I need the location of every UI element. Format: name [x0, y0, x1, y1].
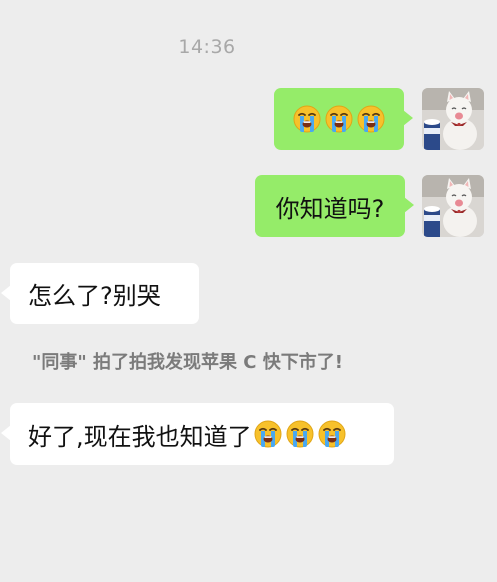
- loudly-crying-face-icon: [292, 104, 322, 134]
- message-bubble-sent-text[interactable]: 你知道吗?: [255, 175, 414, 237]
- message-bubble-received-text[interactable]: 怎么了?别哭: [1, 263, 199, 324]
- message-bubble-sent-emoji[interactable]: [274, 88, 413, 150]
- system-tickle-message: "同事" 拍了拍我发现苹果 C 快下市了!: [32, 352, 343, 373]
- my-avatar[interactable]: [422, 88, 484, 150]
- message-text: 怎么了?别哭: [28, 282, 161, 310]
- message-bubble-received-text-emoji[interactable]: 好了,现在我也知道了: [1, 403, 394, 465]
- loudly-crying-face-icon: [253, 419, 283, 449]
- message-text: 好了,现在我也知道了: [28, 422, 252, 451]
- loudly-crying-face-icon: [324, 104, 354, 134]
- message-text: 你知道吗?: [275, 194, 385, 223]
- my-avatar[interactable]: [422, 175, 484, 237]
- loudly-crying-face-icon: [356, 104, 386, 134]
- chat-timestamp: 14:36: [178, 36, 236, 58]
- loudly-crying-face-icon: [317, 419, 347, 449]
- loudly-crying-face-icon: [285, 419, 315, 449]
